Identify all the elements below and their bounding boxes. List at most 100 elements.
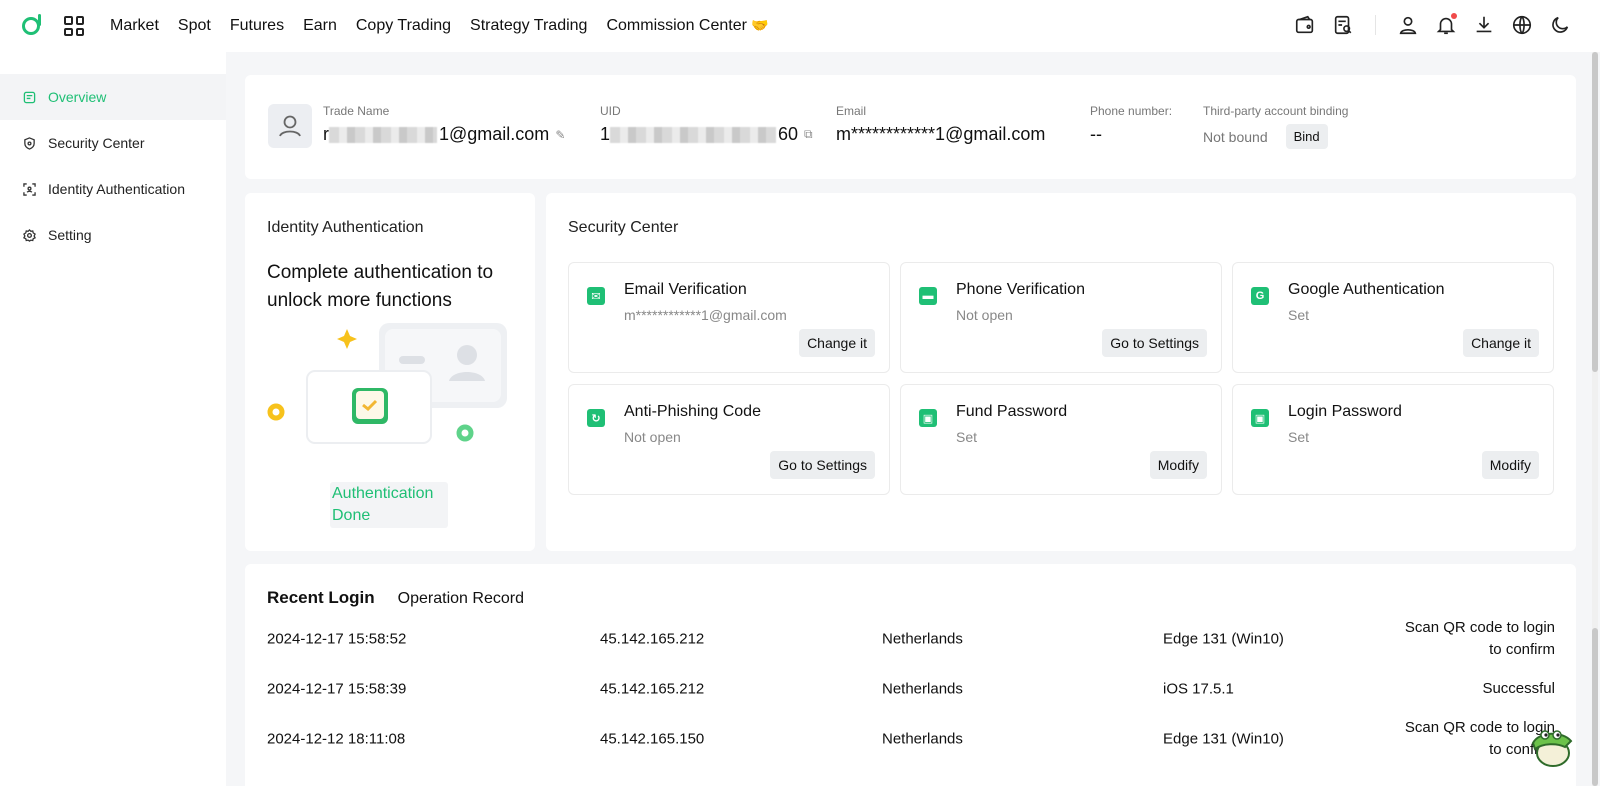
sidebar: Overview Security Center Identity Authen… — [0, 52, 226, 786]
security-center-card: Security Center ✉ Email Verification m**… — [546, 193, 1576, 551]
gear-icon — [22, 228, 36, 242]
third-party-field: Third-party account binding Not bound Bi… — [1203, 104, 1348, 149]
phone-label: Phone number: — [1090, 104, 1173, 118]
uid-field: UID 1 60 ⧉ — [600, 104, 813, 145]
login-device: Edge 131 (Win10) — [1163, 630, 1284, 648]
phone-settings-button[interactable]: Go to Settings — [1102, 329, 1207, 357]
table-row: 2024-12-17 15:58:52 45.142.165.212 Nethe… — [267, 614, 1555, 664]
email-field: Email m************1@gmail.com — [836, 104, 1045, 145]
third-party-label: Third-party account binding — [1203, 104, 1349, 118]
nav-spot[interactable]: Spot — [178, 17, 211, 35]
login-ip: 45.142.165.150 — [600, 730, 705, 748]
authentication-status[interactable]: Authentication Done — [330, 482, 448, 528]
page-scrollbar[interactable] — [1592, 52, 1598, 786]
nav-futures[interactable]: Futures — [230, 17, 284, 35]
uid-value: 1 60 ⧉ — [600, 124, 813, 145]
email-change-button[interactable]: Change it — [799, 329, 875, 357]
nav-market[interactable]: Market — [110, 17, 159, 35]
records-tabs: Recent Login Operation Record — [267, 588, 547, 608]
security-item-title: Phone Verification — [956, 281, 1085, 298]
security-item-status: Set — [956, 429, 978, 445]
security-item-title: Login Password — [1288, 403, 1402, 420]
anti-phishing-settings-button[interactable]: Go to Settings — [770, 451, 875, 479]
copy-icon[interactable]: ⧉ — [804, 127, 813, 142]
nav-actions — [1279, 13, 1572, 37]
login-password-modify-button[interactable]: Modify — [1481, 451, 1539, 479]
security-item-login-password: ▣ Login Password Set Modify — [1232, 384, 1554, 495]
download-icon[interactable] — [1472, 13, 1496, 37]
login-time: 2024-12-17 15:58:52 — [267, 630, 407, 648]
trade-name-field: Trade Name r 1@gmail.com ✎ — [323, 104, 565, 145]
bell-icon[interactable] — [1434, 13, 1458, 37]
google-change-button[interactable]: Change it — [1463, 329, 1539, 357]
trade-name-value: r 1@gmail.com ✎ — [323, 124, 565, 145]
sidebar-item-identity-authentication[interactable]: Identity Authentication — [0, 166, 226, 212]
moon-icon[interactable] — [1548, 13, 1572, 37]
apps-grid-icon[interactable] — [64, 16, 84, 36]
security-item-title: Fund Password — [956, 403, 1068, 420]
security-item-status: Not open — [956, 307, 1013, 323]
table-row: 2024-12-12 18:11:08 45.142.165.150 Nethe… — [267, 714, 1555, 764]
logo-icon[interactable] — [22, 14, 41, 35]
login-ip: 45.142.165.212 — [600, 680, 705, 698]
trade-name-suffix: 1@gmail.com — [439, 124, 550, 144]
table-row: 2024-12-17 15:58:39 45.142.165.212 Nethe… — [267, 664, 1555, 714]
email-label: Email — [836, 104, 867, 118]
security-title: Security Center — [568, 219, 679, 236]
main-menu: Market Spot Futures Earn Copy Trading St… — [110, 17, 787, 35]
third-party-value: Not bound Bind — [1203, 124, 1348, 149]
user-icon[interactable] — [1396, 13, 1420, 37]
edit-icon[interactable]: ✎ — [555, 128, 565, 142]
security-item-status: Not open — [624, 429, 681, 445]
security-item-title: Anti-Phishing Code — [624, 403, 761, 420]
nav-divider — [1375, 15, 1376, 35]
sidebar-item-setting[interactable]: Setting — [0, 212, 226, 258]
nav-strategy-trading[interactable]: Strategy Trading — [470, 17, 587, 35]
login-records-card: Recent Login Operation Record 2024-12-17… — [245, 564, 1576, 786]
handshake-icon: 🤝 — [750, 17, 769, 33]
login-time: 2024-12-17 15:58:39 — [267, 680, 407, 698]
wallet-icon[interactable] — [1293, 13, 1317, 37]
identity-illustration-icon — [267, 323, 507, 444]
nav-earn[interactable]: Earn — [303, 17, 337, 35]
avatar[interactable] — [268, 104, 312, 148]
shield-icon — [22, 136, 36, 150]
sidebar-item-overview[interactable]: Overview — [0, 74, 226, 120]
phone-icon: ▬ — [919, 287, 937, 305]
login-location: Netherlands — [882, 630, 963, 648]
login-location: Netherlands — [882, 680, 963, 698]
security-item-phone: ▬ Phone Verification Not open Go to Sett… — [900, 262, 1222, 373]
scrollbar-thumb[interactable] — [1592, 52, 1598, 372]
security-item-status: Set — [1288, 307, 1310, 323]
scrollbar-thumb-secondary[interactable] — [1592, 628, 1598, 786]
nav-commission-label: Commission Center — [606, 17, 747, 34]
login-device: iOS 17.5.1 — [1163, 680, 1234, 698]
security-item-google: G Google Authentication Set Change it — [1232, 262, 1554, 373]
uid-suffix: 60 — [778, 124, 799, 144]
sidebar-item-security-center[interactable]: Security Center — [0, 120, 226, 166]
phone-field: Phone number: -- — [1090, 104, 1172, 145]
nav-commission-center[interactable]: Commission Center 🤝 — [606, 17, 768, 35]
redacted-block — [329, 126, 437, 143]
trade-name-label: Trade Name — [323, 104, 390, 118]
login-status: Scan QR code to login to confirm — [1404, 619, 1555, 658]
bind-button[interactable]: Bind — [1285, 124, 1328, 149]
mail-icon: ✉ — [587, 287, 605, 305]
overview-icon — [22, 90, 36, 104]
nav-copy-trading[interactable]: Copy Trading — [356, 17, 451, 35]
login-ip: 45.142.165.212 — [600, 630, 705, 648]
crocodile-mascot-icon[interactable] — [1527, 723, 1575, 769]
tab-operation-record[interactable]: Operation Record — [398, 590, 524, 608]
lock-icon: ▣ — [1251, 409, 1269, 427]
security-item-status: Set — [1288, 429, 1310, 445]
google-icon: G — [1251, 287, 1269, 305]
notification-dot — [1451, 13, 1457, 19]
sidebar-item-label: Identity Authentication — [48, 181, 185, 197]
security-item-email: ✉ Email Verification m************1@gmai… — [568, 262, 890, 373]
top-nav: Market Spot Futures Earn Copy Trading St… — [0, 0, 1600, 52]
lock-icon: ▣ — [919, 409, 937, 427]
fund-password-modify-button[interactable]: Modify — [1149, 451, 1207, 479]
orders-search-icon[interactable] — [1331, 13, 1355, 37]
globe-icon[interactable] — [1510, 13, 1534, 37]
tab-recent-login[interactable]: Recent Login — [267, 588, 375, 608]
